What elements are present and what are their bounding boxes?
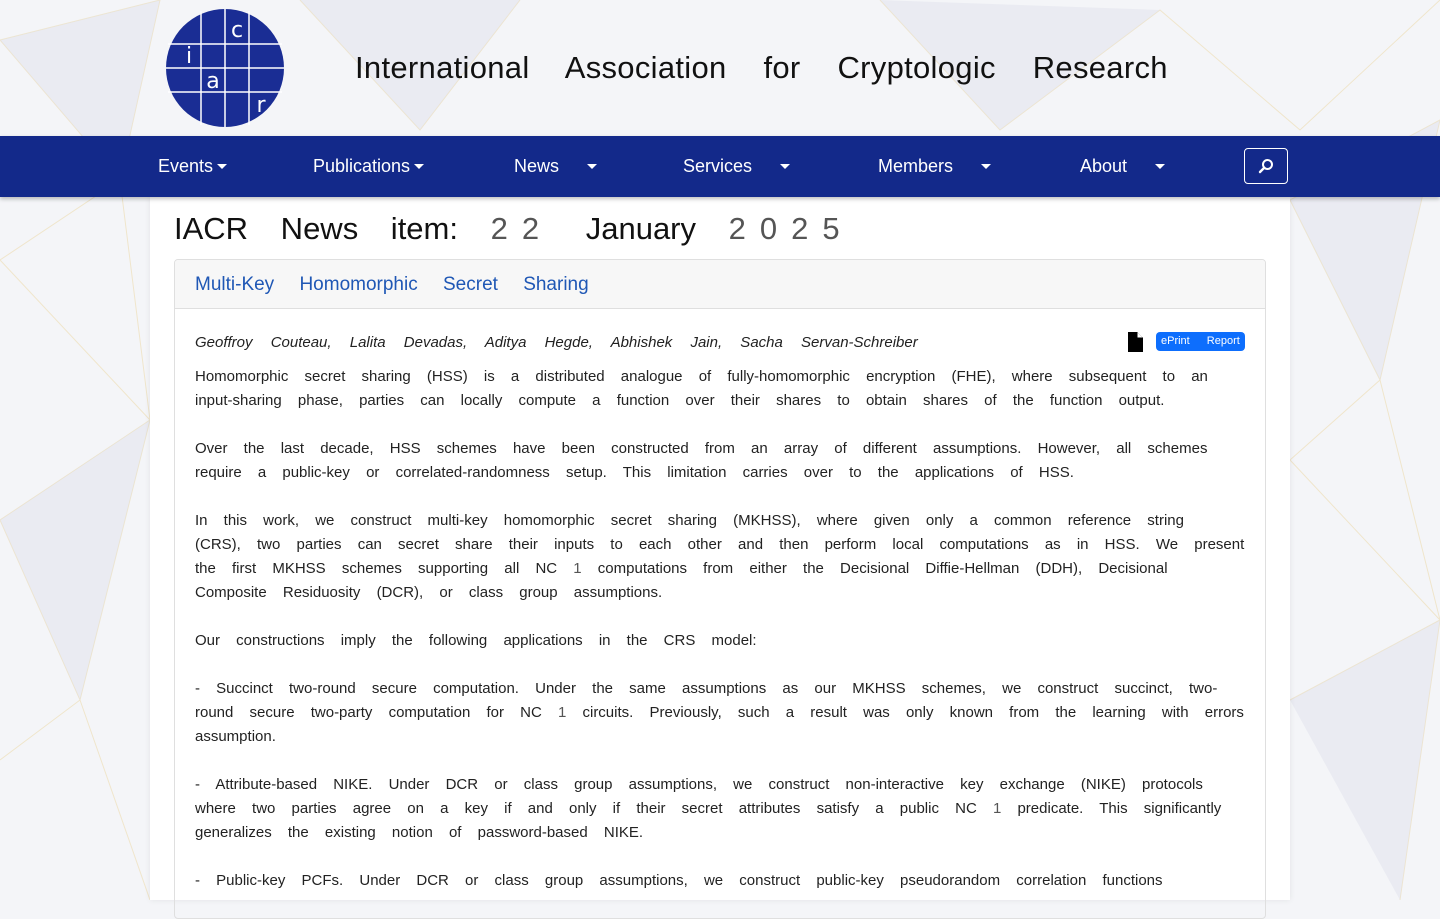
- logo-letter-a: a: [206, 69, 219, 94]
- file-icon[interactable]: [1125, 331, 1145, 353]
- nc-superscript: 1: [992, 800, 1002, 817]
- caret-down-icon: [587, 164, 598, 169]
- abstract-paragraph: Homomorphic secret sharing (HSS) is a di…: [195, 368, 1208, 409]
- paper-title-link[interactable]: Multi-Key Homomorphic Secret Sharing: [195, 274, 589, 295]
- nav-about[interactable]: About: [1080, 136, 1166, 197]
- nav-events[interactable]: Events: [158, 136, 228, 197]
- nav-news[interactable]: News: [514, 136, 598, 197]
- paper-abstract: Homomorphic secret sharing (HSS) is a di…: [195, 365, 1245, 893]
- nav-publications[interactable]: Publications: [313, 136, 425, 197]
- caret-down-icon: [414, 164, 425, 169]
- news-year: 2025: [728, 211, 854, 246]
- search-button[interactable]: [1244, 148, 1288, 184]
- logo-letter-i: i: [186, 44, 192, 69]
- caret-down-icon: [1155, 164, 1166, 169]
- news-card: Multi-Key Homomorphic Secret Sharing ePr…: [174, 259, 1266, 919]
- paper-authors: Geoffroy Couteau, Lalita Devadas, Aditya…: [195, 334, 918, 351]
- abstract-paragraph: - Attribute-based NIKE. Under DCR or cla…: [195, 773, 1245, 845]
- nav-members-label: Members: [878, 156, 954, 176]
- caret-down-icon: [981, 164, 992, 169]
- news-month: January: [585, 211, 697, 246]
- nav-services-label: Services: [683, 156, 753, 176]
- page-title-prefix: IACR News item:: [174, 211, 458, 246]
- nav-services[interactable]: Services: [683, 136, 791, 197]
- logo-letter-r: r: [256, 93, 266, 118]
- abstract-paragraph: Our constructions imply the following ap…: [195, 632, 757, 649]
- nc-superscript: 1: [557, 704, 567, 721]
- main-content: IACR News item: 22 January 2025 Multi-Ke…: [150, 197, 1290, 919]
- news-day: 22: [490, 211, 554, 246]
- abstract-paragraph: Over the last decade, HSS schemes have b…: [195, 440, 1208, 481]
- abstract-paragraph: - Public-key PCFs. Under DCR or class gr…: [195, 872, 1163, 889]
- page-title: IACR News item: 22 January 2025: [174, 211, 854, 247]
- nc-superscript: 1: [573, 560, 582, 577]
- caret-down-icon: [217, 164, 228, 169]
- iacr-logo[interactable]: i a c r: [165, 8, 285, 128]
- eprint-report-badge[interactable]: ePrint Report: [1156, 332, 1245, 351]
- nav-publications-label: Publications: [313, 156, 411, 176]
- main-navbar: Events Publications News Services Member…: [0, 136, 1440, 197]
- nav-about-label: About: [1080, 156, 1128, 176]
- search-icon: [1258, 159, 1273, 174]
- caret-down-icon: [780, 164, 791, 169]
- abstract-paragraph: In this work, we construct multi-key hom…: [195, 509, 1245, 605]
- nav-news-label: News: [514, 156, 560, 176]
- abstract-paragraph: - Succinct two-round secure computation.…: [195, 677, 1245, 749]
- nav-events-label: Events: [158, 156, 214, 176]
- site-title: International Association for Cryptologi…: [355, 50, 1168, 85]
- nav-members[interactable]: Members: [878, 136, 992, 197]
- logo-letter-c: c: [231, 18, 243, 43]
- news-card-body: ePrint Report Geoffroy Couteau, Lalita D…: [175, 309, 1265, 893]
- site-header: i a c r International Association for Cr…: [0, 0, 1440, 136]
- news-card-header: Multi-Key Homomorphic Secret Sharing: [175, 260, 1265, 309]
